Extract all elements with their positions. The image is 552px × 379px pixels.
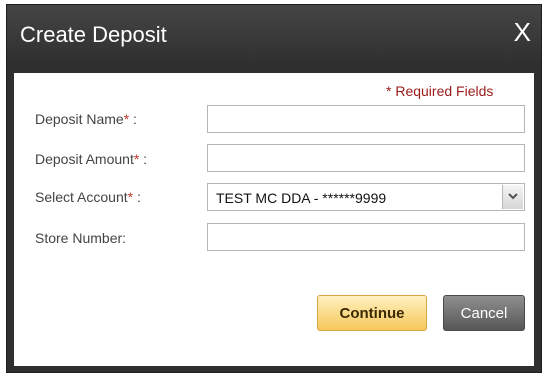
continue-button[interactable]: Continue	[317, 295, 427, 331]
required-fields-note: * Required Fields	[386, 83, 494, 99]
label-suffix: :	[133, 189, 141, 205]
dialog-title: Create Deposit	[20, 22, 167, 47]
select-account-label: Select Account* :	[35, 189, 141, 205]
deposit-amount-label: Deposit Amount* :	[35, 151, 147, 167]
deposit-amount-input[interactable]	[207, 144, 525, 172]
dropdown-button[interactable]	[502, 185, 523, 209]
label-suffix: :	[129, 111, 137, 127]
chevron-down-icon	[508, 193, 518, 200]
select-account-value: TEST MC DDA - ******9999	[216, 190, 387, 206]
store-number-input[interactable]	[207, 223, 525, 251]
cancel-button[interactable]: Cancel	[443, 295, 525, 331]
deposit-amount-label-text: Deposit Amount	[35, 151, 134, 167]
select-account-label-text: Select Account	[35, 189, 128, 205]
dialog-titlebar: Create Deposit X	[7, 5, 541, 65]
store-number-label: Store Number:	[35, 230, 127, 246]
label-suffix: :	[139, 151, 148, 167]
create-deposit-dialog: Create Deposit X * Required Fields Depos…	[6, 4, 542, 373]
deposit-name-label: Deposit Name* :	[35, 111, 137, 127]
deposit-name-input[interactable]	[207, 105, 525, 133]
select-account-dropdown[interactable]: TEST MC DDA - ******9999	[207, 183, 525, 211]
deposit-name-label-text: Deposit Name	[35, 111, 124, 127]
close-icon[interactable]: X	[514, 17, 531, 47]
